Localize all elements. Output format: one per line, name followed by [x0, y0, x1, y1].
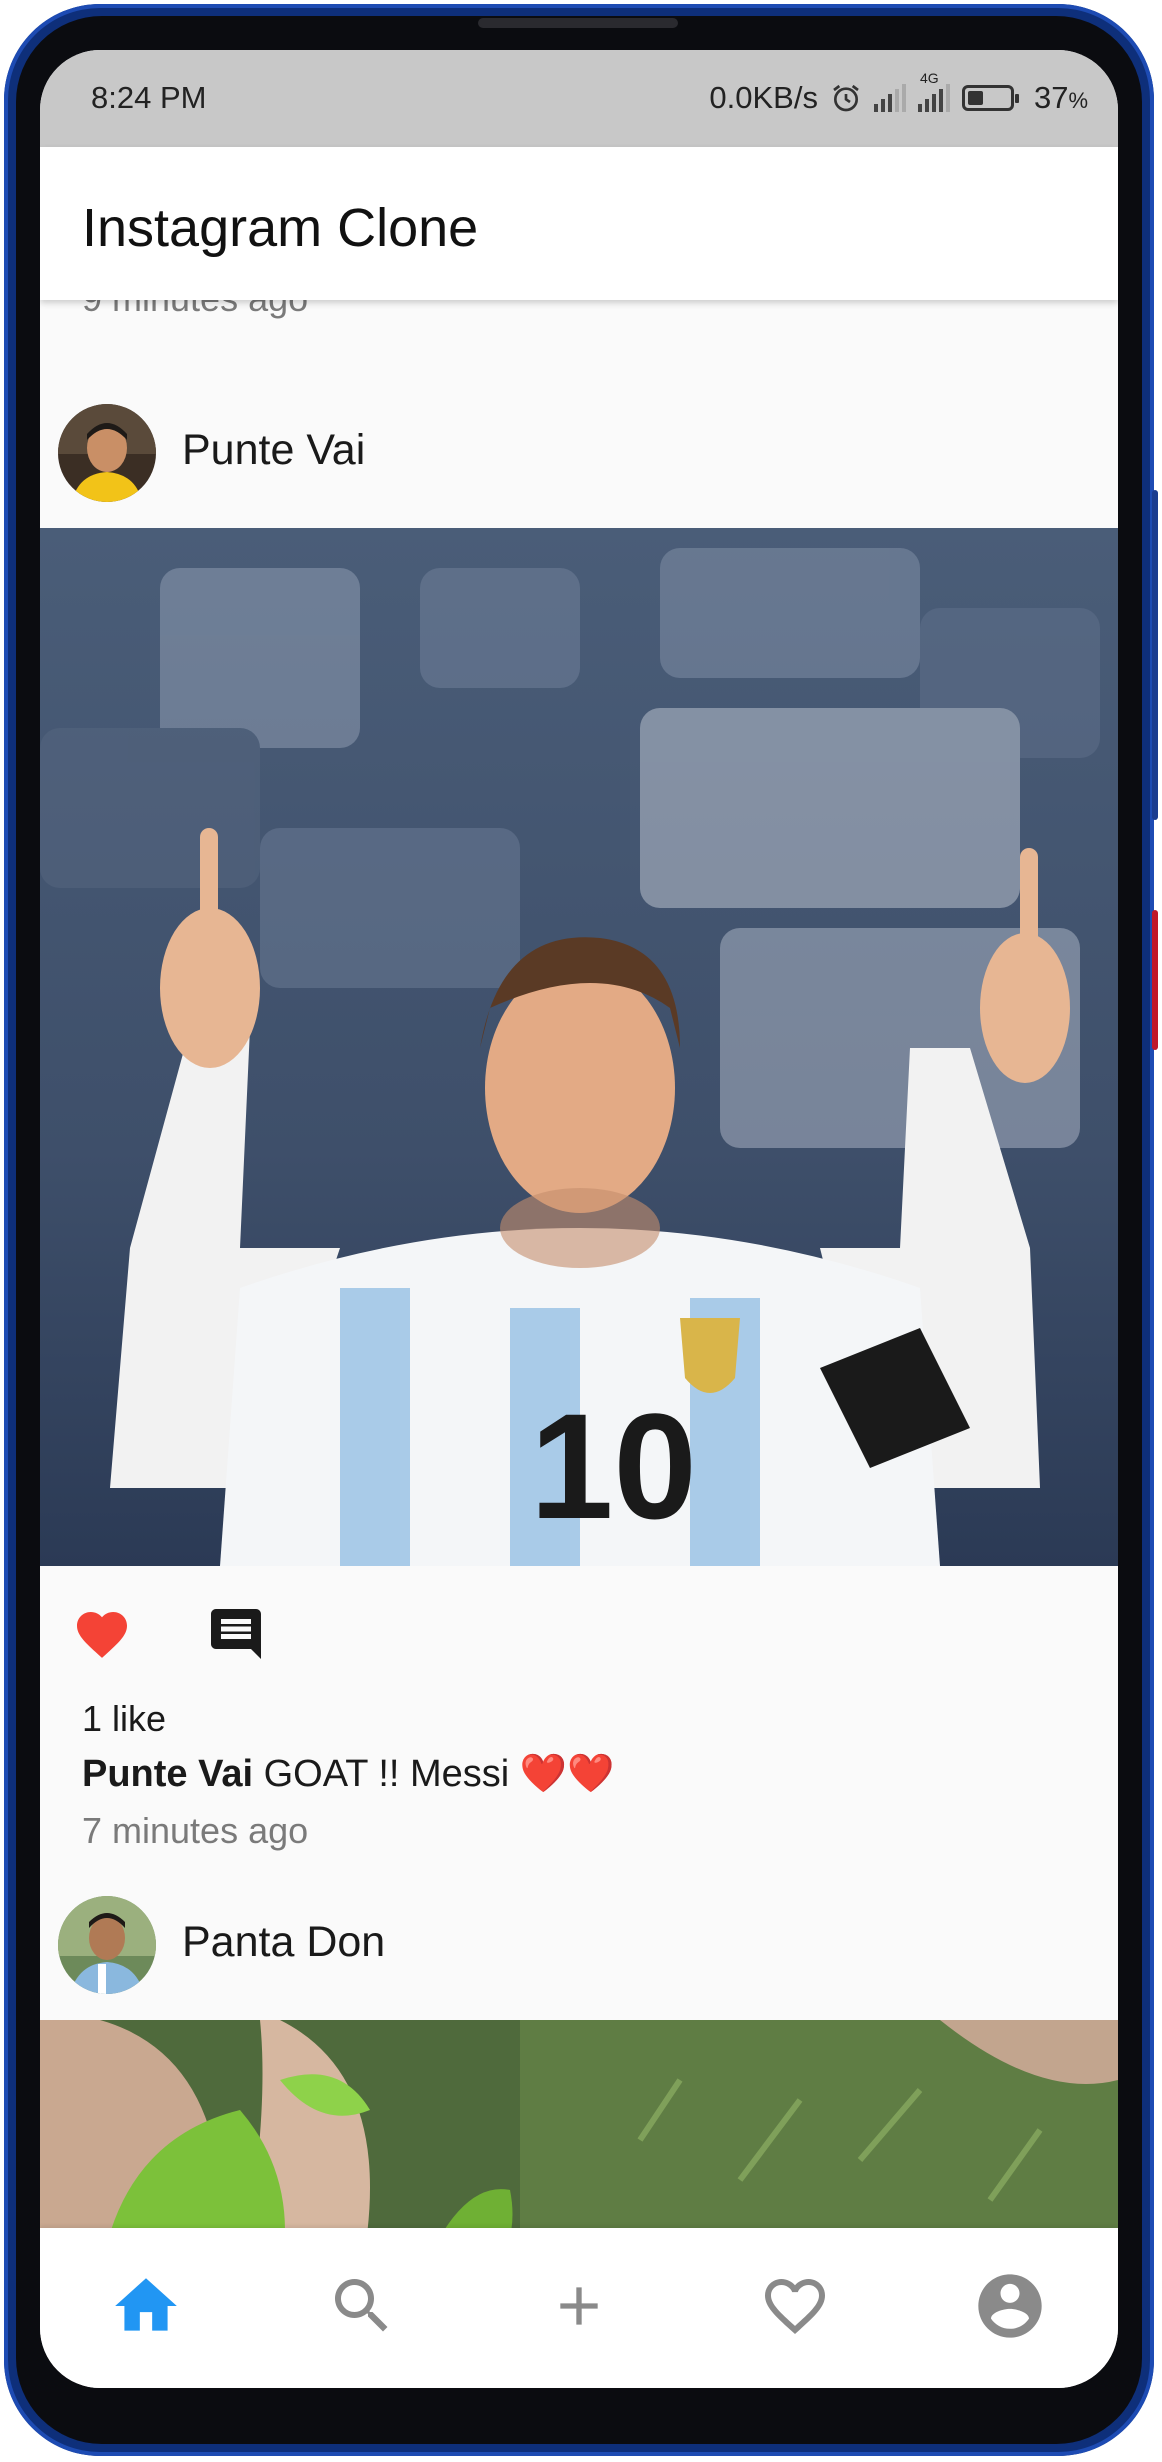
battery-fill [967, 91, 983, 105]
avatar[interactable] [58, 1896, 156, 1994]
app-bar: Instagram Clone [40, 147, 1118, 300]
nav-add[interactable] [539, 2266, 619, 2346]
post-header[interactable]: Panta Don [40, 1890, 1118, 2000]
feed[interactable]: 9 minutes ago Punte Vai [40, 300, 1118, 2278]
post-header[interactable]: Punte Vai [40, 398, 1118, 508]
status-time: 8:24 PM [91, 80, 207, 115]
svg-text:10: 10 [530, 1382, 697, 1550]
battery-percent: 37% [1033, 80, 1088, 115]
likes-count: 1 like [82, 1698, 167, 1739]
nav-activity[interactable] [755, 2266, 835, 2346]
earpiece-speaker [478, 18, 678, 28]
battery-icon [961, 85, 1019, 111]
previous-post-time: 9 minutes ago [82, 300, 308, 320]
caption-text: GOAT !! Messi ❤️❤️ [263, 1753, 615, 1795]
signal-icon [873, 84, 906, 112]
post-caption: Punte Vai GOAT !! Messi ❤️❤️ [82, 1752, 614, 1796]
volume-button [1152, 490, 1158, 820]
heart-icon [765, 2279, 825, 2335]
phone-frame: 8:24 PM 0.0KB/s 4G 37% Instagram Clone P… [0, 0, 1162, 2462]
network-speed: 0.0KB/s [709, 80, 818, 115]
post-username[interactable]: Punte Vai [182, 426, 365, 475]
post-username[interactable]: Panta Don [182, 1918, 385, 1967]
signal-4g-icon: 4G [917, 70, 950, 112]
status-bar: 8:24 PM 0.0KB/s 4G 37% [40, 50, 1118, 147]
nav-profile[interactable] [970, 2266, 1050, 2346]
like-heart-icon[interactable] [72, 1604, 132, 1660]
home-icon [115, 2278, 177, 2331]
bottom-nav [40, 2228, 1118, 2388]
nav-search[interactable] [322, 2266, 402, 2346]
add-icon [560, 2287, 598, 2325]
status-right: 0.0KB/s 4G 37% [709, 70, 1088, 116]
caption-username[interactable]: Punte Vai [82, 1753, 253, 1795]
avatar[interactable] [58, 404, 156, 502]
post-image[interactable]: 10 [40, 528, 1118, 1566]
post-time: 7 minutes ago [82, 1810, 309, 1851]
search-icon [335, 2279, 388, 2332]
power-button [1152, 910, 1158, 1050]
network-type-label: 4G [919, 70, 939, 86]
nav-home[interactable] [106, 2266, 186, 2346]
comment-icon[interactable] [206, 1604, 266, 1664]
account-icon [978, 2274, 1042, 2338]
screen: 8:24 PM 0.0KB/s 4G 37% Instagram Clone P… [40, 50, 1118, 2388]
alarm-icon [833, 84, 859, 112]
app-title: Instagram Clone [82, 198, 479, 258]
post-actions: 1 like Punte Vai GOAT !! Messi ❤️❤️ 7 mi… [40, 1566, 1118, 1866]
